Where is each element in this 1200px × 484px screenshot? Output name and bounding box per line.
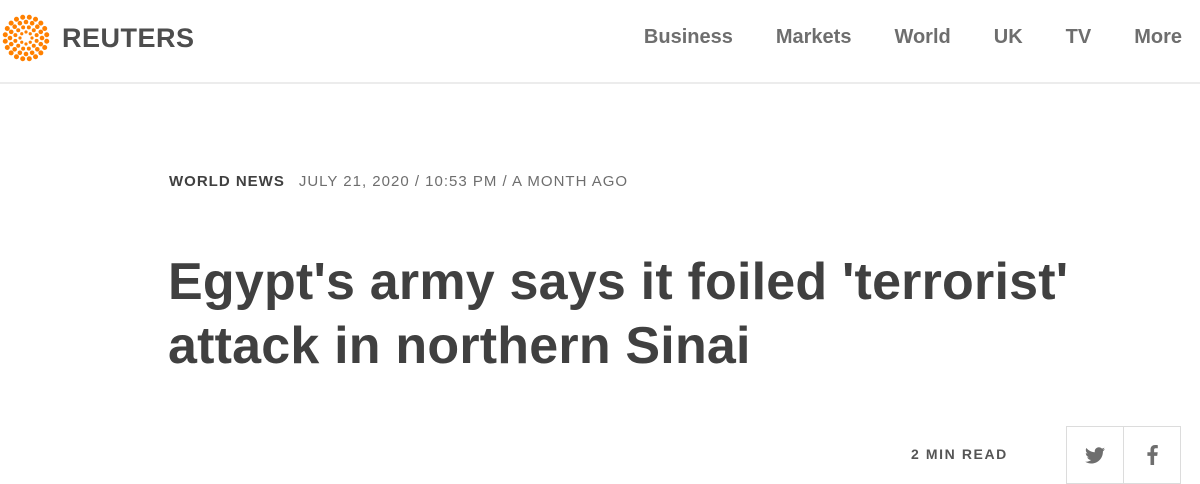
- logo-dot: [4, 25, 10, 31]
- logo-dot: [12, 24, 17, 29]
- logo-dot: [16, 43, 21, 48]
- read-time: 2 MIN READ: [911, 446, 1008, 462]
- logo-dot: [30, 36, 34, 40]
- nav-item-uk[interactable]: UK: [994, 26, 1023, 49]
- logo-dot: [20, 14, 26, 20]
- facebook-icon: [1146, 445, 1158, 465]
- brand-name: REUTERS: [62, 22, 195, 53]
- logo-dot: [28, 40, 32, 44]
- article-headline: Egypt's army says it foiled 'terrorist' …: [168, 253, 1069, 375]
- logo-dot: [39, 35, 45, 41]
- logo-dot: [33, 54, 39, 60]
- logo-dot: [12, 47, 17, 52]
- facebook-share-button[interactable]: [1123, 427, 1180, 483]
- logo-dot: [35, 47, 40, 52]
- logo-dot: [7, 35, 13, 41]
- logo-dot: [4, 45, 10, 51]
- logo-dot: [18, 36, 22, 40]
- logo-dot: [26, 14, 32, 20]
- site-header: REUTERS Business Markets World UK TV Mor…: [0, 0, 1200, 84]
- logo-dot: [38, 29, 44, 35]
- logo-dot: [35, 24, 40, 29]
- logo-dot: [13, 38, 18, 43]
- logo-dot: [2, 32, 8, 38]
- main-nav: Business Markets World UK TV More: [601, 26, 1182, 49]
- logo-dot: [29, 50, 35, 56]
- logo-dot: [17, 50, 23, 56]
- logo-dot: [2, 38, 8, 44]
- logo-dot: [21, 46, 26, 51]
- logo-dot: [20, 32, 24, 36]
- logo-dot: [13, 16, 19, 22]
- nav-item-world[interactable]: World: [894, 26, 950, 49]
- nav-item-tv[interactable]: TV: [1066, 26, 1092, 49]
- logo-dot: [20, 40, 24, 44]
- logo-dot: [28, 32, 32, 36]
- logo-dot: [34, 38, 39, 43]
- logo-dot: [29, 20, 35, 26]
- logo-dot: [20, 56, 26, 62]
- logo-dot: [8, 41, 14, 47]
- reuters-logo[interactable]: REUTERS: [0, 14, 195, 62]
- logo-dot: [8, 50, 14, 56]
- logo-dot: [8, 20, 14, 26]
- logo-dot: [31, 28, 36, 33]
- logo-dot: [23, 19, 29, 25]
- logo-dot: [38, 41, 44, 47]
- twitter-icon: [1085, 446, 1105, 463]
- logo-dot: [44, 32, 50, 38]
- reuters-logo-icon: [2, 14, 50, 62]
- article-meta: WORLD NEWS JULY 21, 2020 / 10:53 PM / A …: [169, 173, 628, 190]
- nav-item-markets[interactable]: Markets: [776, 26, 852, 49]
- nav-item-more[interactable]: More: [1134, 26, 1182, 49]
- logo-dot: [26, 46, 31, 51]
- logo-dot: [44, 38, 50, 44]
- logo-dot: [8, 29, 14, 35]
- logo-dot: [34, 33, 39, 38]
- nav-item-business[interactable]: Business: [644, 26, 733, 49]
- logo-dot: [24, 42, 28, 46]
- article-dateline: JULY 21, 2020 / 10:53 PM / A MONTH AGO: [298, 173, 629, 190]
- logo-dot: [17, 20, 23, 26]
- share-buttons: [1066, 426, 1181, 484]
- logo-dot: [38, 50, 44, 56]
- logo-dot: [26, 25, 31, 30]
- logo-dot: [42, 25, 48, 31]
- logo-dot: [16, 28, 21, 33]
- logo-dot: [38, 20, 44, 26]
- logo-dot: [13, 54, 19, 60]
- section-link[interactable]: WORLD NEWS: [169, 173, 285, 190]
- logo-dot: [21, 25, 26, 30]
- logo-dot: [24, 30, 28, 34]
- logo-dot: [13, 33, 18, 38]
- logo-dot: [26, 56, 32, 62]
- logo-dot: [42, 45, 48, 51]
- logo-dot: [31, 43, 36, 48]
- twitter-share-button[interactable]: [1067, 427, 1123, 483]
- logo-dot: [23, 51, 29, 57]
- logo-dot: [33, 16, 39, 22]
